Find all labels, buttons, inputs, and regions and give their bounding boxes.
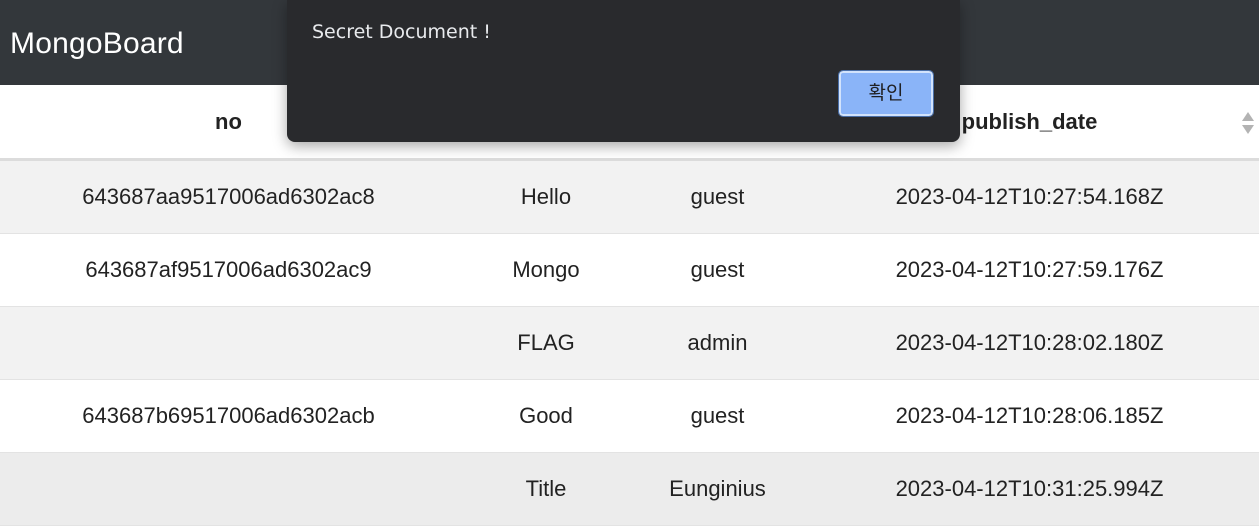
table-row[interactable]: FLAG admin 2023-04-12T10:28:02.180Z	[0, 306, 1259, 380]
cell-title[interactable]: Hello	[457, 159, 635, 234]
table-row[interactable]: 643687aa9517006ad6302ac8 Hello guest 202…	[0, 159, 1259, 234]
cell-no	[0, 306, 457, 380]
cell-author: guest	[635, 159, 800, 234]
sort-icon[interactable]	[1241, 111, 1255, 135]
dialog-message: Secret Document !	[312, 21, 491, 43]
cell-no: 643687b69517006ad6302acb	[0, 379, 457, 453]
ok-button[interactable]: 확인	[838, 70, 934, 117]
cell-author: admin	[635, 306, 800, 380]
posts-table: no title author publish_date 643687aa951…	[0, 85, 1259, 526]
table-row[interactable]: 643687b69517006ad6302acb Good guest 2023…	[0, 379, 1259, 453]
cell-publish-date: 2023-04-12T10:31:25.994Z	[800, 452, 1259, 526]
cell-publish-date: 2023-04-12T10:28:02.180Z	[800, 306, 1259, 380]
cell-no	[0, 452, 457, 526]
cell-author: guest	[635, 379, 800, 453]
cell-title[interactable]: Title	[457, 452, 635, 526]
cell-publish-date: 2023-04-12T10:28:06.185Z	[800, 379, 1259, 453]
cell-title[interactable]: Good	[457, 379, 635, 453]
alert-dialog: Secret Document ! 확인	[287, 0, 960, 142]
cell-title[interactable]: Mongo	[457, 233, 635, 307]
table-row[interactable]: 643687af9517006ad6302ac9 Mongo guest 202…	[0, 233, 1259, 307]
cell-publish-date: 2023-04-12T10:27:59.176Z	[800, 233, 1259, 307]
column-header-publish-date-label: publish_date	[961, 108, 1098, 134]
cell-author: Eunginius	[635, 452, 800, 526]
cell-no: 643687aa9517006ad6302ac8	[0, 159, 457, 234]
cell-no: 643687af9517006ad6302ac9	[0, 233, 457, 307]
brand-logo-text[interactable]: MongoBoard	[10, 24, 184, 64]
cell-title[interactable]: FLAG	[457, 306, 635, 380]
cell-publish-date: 2023-04-12T10:27:54.168Z	[800, 159, 1259, 234]
table-row[interactable]: Title Eunginius 2023-04-12T10:31:25.994Z	[0, 452, 1259, 526]
cell-author: guest	[635, 233, 800, 307]
